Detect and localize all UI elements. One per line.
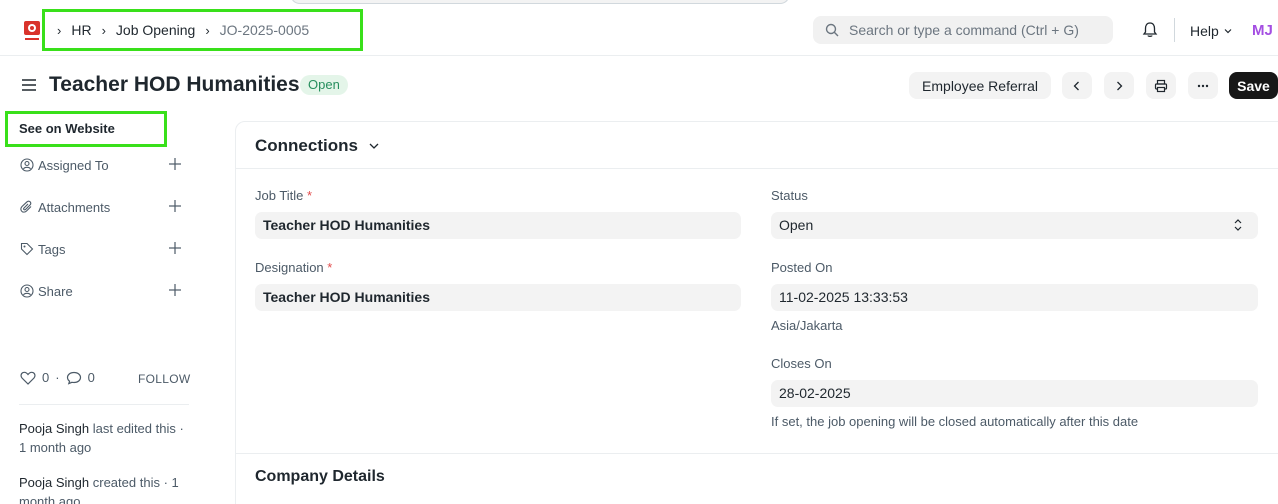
search-input[interactable] (849, 22, 1109, 38)
designation-label: Designation * (255, 260, 332, 275)
status-label: Status (771, 188, 808, 203)
timezone-text: Asia/Jakarta (771, 318, 843, 333)
sidebar-divider (19, 404, 189, 405)
comment-icon[interactable] (66, 371, 82, 385)
print-button[interactable] (1146, 72, 1176, 99)
follow-button[interactable]: FOLLOW (138, 372, 190, 386)
sidebar-item-label: Assigned To (38, 157, 109, 173)
chevron-right-icon (1117, 81, 1123, 90)
sidebar-item-tags[interactable]: Tags (20, 239, 190, 259)
plus-icon[interactable] (168, 199, 182, 213)
browser-tab-edge (290, 0, 790, 4)
comments-count: 0 (87, 370, 95, 385)
form-card: Connections Job Title * Teacher HOD Huma… (235, 121, 1278, 504)
connections-toggle[interactable]: Connections (255, 136, 380, 156)
job-title-field[interactable]: Teacher HOD Humanities (255, 212, 741, 239)
heart-icon[interactable] (20, 371, 36, 385)
ellipsis-icon (1197, 84, 1209, 87)
bell-icon[interactable] (1141, 21, 1159, 39)
chevron-down-icon (369, 143, 379, 149)
previous-record-button[interactable] (1062, 72, 1092, 99)
sidebar-toggle-icon[interactable] (21, 78, 37, 92)
activity-user[interactable]: Pooja Singh (19, 421, 89, 436)
plus-icon[interactable] (168, 241, 182, 255)
save-button[interactable]: Save (1229, 72, 1278, 99)
page-title: Teacher HOD Humanities (49, 73, 300, 96)
activity-item: Pooja Singh created this · 1 month ago (19, 473, 191, 504)
connections-label: Connections (255, 136, 358, 155)
paperclip-icon (20, 200, 32, 213)
status-badge: Open (300, 75, 348, 95)
closes-on-help-text: If set, the job opening will be closed a… (771, 414, 1139, 429)
sidebar-item-attachments[interactable]: Attachments (20, 197, 190, 217)
help-menu[interactable]: Help (1190, 23, 1233, 39)
job-title-label-text: Job Title (255, 188, 304, 203)
sidebar-item-label: Attachments (38, 199, 111, 215)
company-details-heading: Company Details (255, 468, 385, 485)
search-icon (825, 23, 839, 37)
search-bar[interactable] (813, 16, 1113, 44)
designation-field[interactable]: Teacher HOD Humanities (255, 284, 741, 311)
designation-label-text: Designation (255, 260, 324, 275)
activity-item: Pooja Singh last edited this · 1 month a… (19, 419, 191, 457)
sidebar-item-assigned-to[interactable]: Assigned To (20, 155, 190, 175)
plus-icon[interactable] (168, 283, 182, 297)
app-logo-icon[interactable] (22, 18, 42, 44)
chevron-right-icon: › (57, 22, 62, 38)
see-on-website-link[interactable]: See on Website (5, 111, 167, 147)
sidebar-item-share[interactable]: Share (20, 281, 190, 301)
required-marker: * (307, 188, 313, 203)
avatar[interactable]: MJ (1252, 22, 1273, 39)
breadcrumb-current[interactable]: JO-2025-0005 (220, 22, 310, 38)
sidebar-item-label: Tags (38, 241, 66, 257)
help-label: Help (1190, 23, 1219, 39)
select-arrows-icon (1234, 219, 1242, 231)
chevron-left-icon (1073, 81, 1079, 90)
chevron-right-icon: › (205, 22, 210, 38)
assign-icon (20, 158, 34, 172)
section-divider (236, 453, 1278, 454)
posted-on-field[interactable]: 11-02-2025 13:33:53 (771, 284, 1258, 311)
job-title-label: Job Title * (255, 188, 312, 203)
share-icon (20, 284, 34, 298)
chevron-down-icon (1224, 29, 1232, 34)
sidebar-item-label: Share (38, 283, 73, 299)
closes-on-label: Closes On (771, 356, 832, 371)
section-divider (236, 168, 1278, 169)
printer-icon (1154, 79, 1168, 92)
likes-comments: 0 · 0 (20, 370, 95, 385)
plus-icon[interactable] (168, 157, 182, 171)
next-record-button[interactable] (1104, 72, 1134, 99)
navbar-divider (1174, 18, 1175, 42)
posted-on-label: Posted On (771, 260, 833, 275)
status-select[interactable]: Open (771, 212, 1258, 239)
more-actions-button[interactable] (1188, 72, 1218, 99)
breadcrumb-hr[interactable]: HR (71, 22, 91, 38)
top-navbar: › HR › Job Opening › JO-2025-0005 Help M… (0, 0, 1278, 56)
activity-user[interactable]: Pooja Singh (19, 475, 89, 490)
breadcrumb: › HR › Job Opening › JO-2025-0005 (42, 9, 363, 51)
dot-separator: · (55, 370, 60, 385)
status-select-value: Open (779, 217, 814, 233)
breadcrumb-job-opening[interactable]: Job Opening (116, 22, 195, 38)
required-marker: * (327, 260, 333, 275)
chevron-right-icon: › (101, 22, 106, 38)
tag-icon (20, 242, 34, 256)
closes-on-field[interactable]: 28-02-2025 (771, 380, 1258, 407)
employee-referral-button[interactable]: Employee Referral (909, 72, 1051, 99)
likes-count: 0 (42, 370, 50, 385)
